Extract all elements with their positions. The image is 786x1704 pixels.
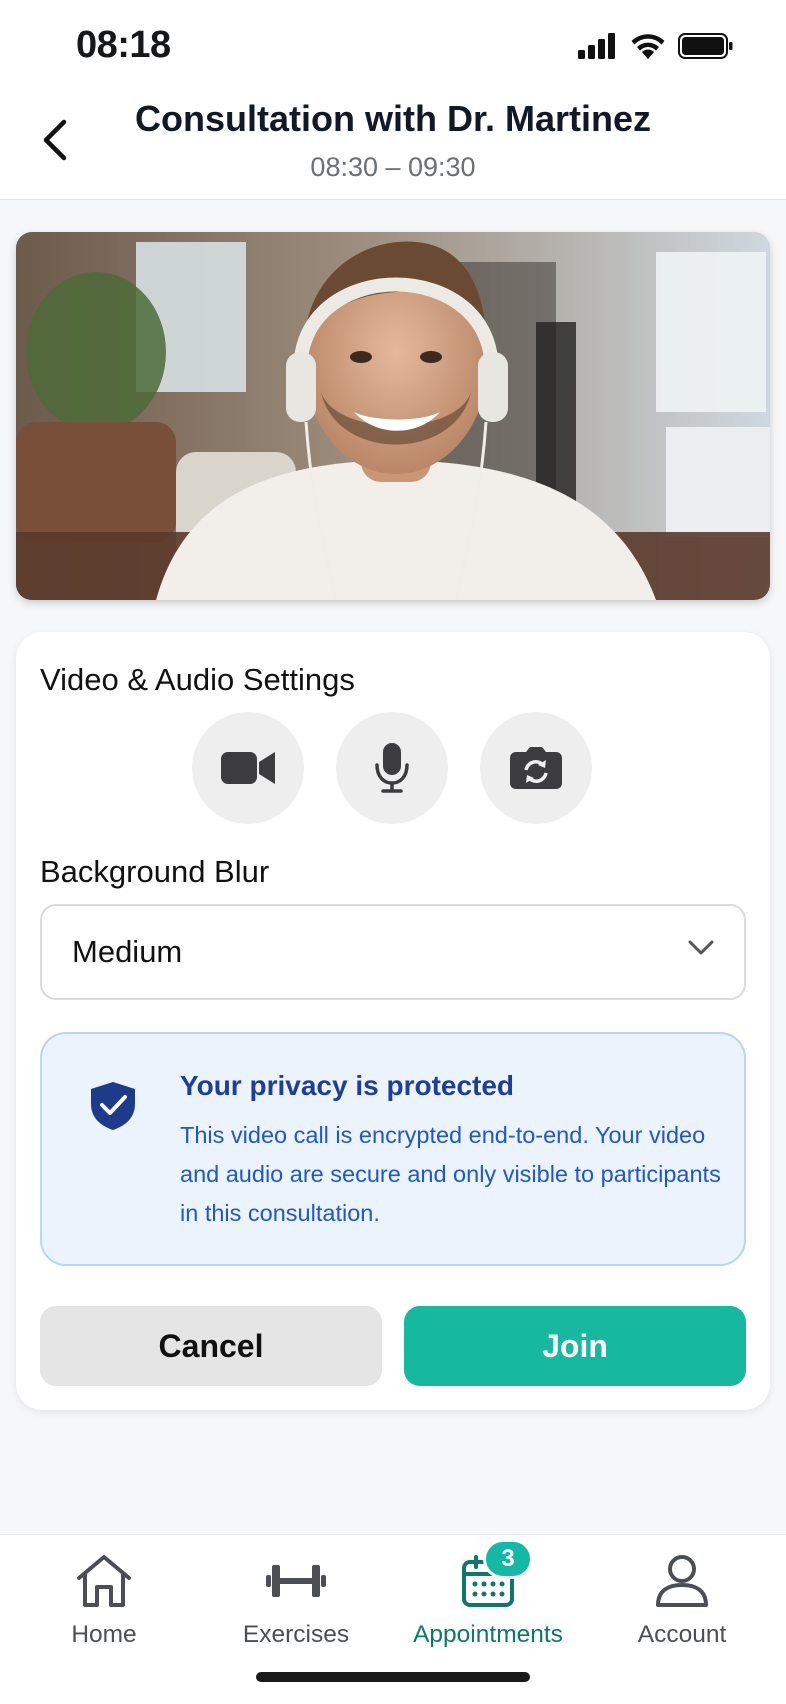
user-icon — [656, 1555, 708, 1607]
join-button[interactable]: Join — [404, 1306, 746, 1386]
switch-camera-button[interactable] — [480, 712, 592, 824]
wifi-icon — [631, 34, 665, 59]
nav-label-exercises: Exercises — [242, 1621, 350, 1648]
cancel-button[interactable]: Cancel — [40, 1306, 382, 1386]
privacy-text: This video call is encrypted end-to-end.… — [180, 1122, 721, 1226]
settings-title: Video & Audio Settings — [40, 662, 355, 697]
privacy-title: Your privacy is protected — [180, 1070, 515, 1101]
action-buttons: Cancel Join — [40, 1306, 746, 1386]
settings-card: Video & Audio Settings Background Blur M… — [16, 632, 770, 1410]
camera-preview-image — [16, 232, 770, 600]
background-blur-select[interactable]: Medium — [40, 904, 746, 1000]
cellular-signal-icon — [578, 33, 615, 59]
home-indicator — [256, 1672, 530, 1682]
home-icon — [77, 1555, 131, 1607]
shield-check-icon — [91, 1082, 135, 1130]
page-title: Consultation with Dr. Martinez — [134, 98, 651, 139]
microphone-icon — [375, 743, 409, 793]
status-bar: 08:18 — [0, 0, 786, 92]
camera-rotate-icon — [510, 747, 562, 789]
status-icons — [578, 32, 734, 60]
chevron-down-icon — [688, 940, 714, 955]
nav-label-home: Home — [71, 1621, 137, 1648]
header: Consultation with Dr. Martinez 08:30 – 0… — [0, 92, 786, 200]
nav-item-account[interactable]: Account — [592, 1549, 772, 1659]
background-blur-label: Background Blur — [40, 854, 270, 889]
media-controls — [192, 712, 592, 824]
nav-label-appointments: Appointments — [413, 1621, 563, 1648]
video-preview — [16, 232, 770, 600]
background-blur-value: Medium — [72, 934, 183, 969]
privacy-notice: Your privacy is protected This video cal… — [40, 1032, 746, 1266]
status-time: 08:18 — [76, 24, 171, 66]
battery-icon — [678, 33, 733, 59]
camera-toggle-button[interactable] — [192, 712, 304, 824]
appointments-badge: 3 — [483, 1539, 533, 1579]
microphone-toggle-button[interactable] — [336, 712, 448, 824]
video-camera-icon — [221, 752, 275, 784]
nav-label-account: Account — [637, 1621, 727, 1648]
appointment-time: 08:30 – 09:30 — [310, 152, 476, 182]
nav-item-home[interactable]: Home — [14, 1549, 194, 1659]
dumbbell-icon — [266, 1565, 326, 1597]
nav-item-appointments[interactable]: 3 Appointments — [398, 1539, 578, 1659]
nav-item-exercises[interactable]: Exercises — [206, 1549, 386, 1659]
